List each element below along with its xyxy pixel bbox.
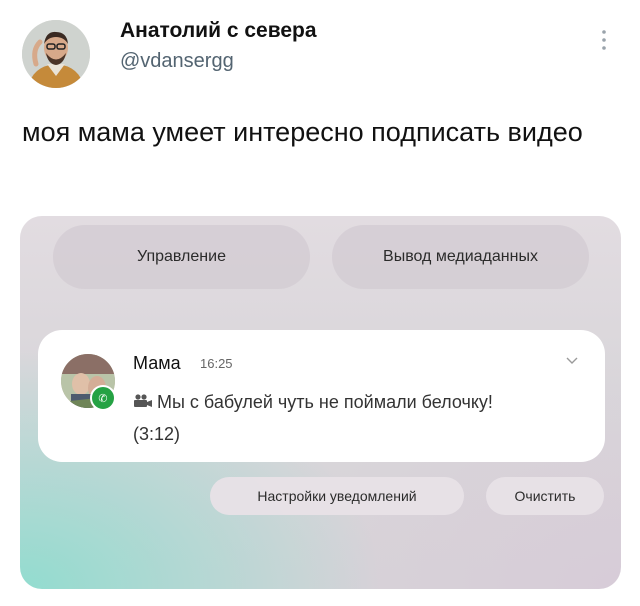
whatsapp-icon: ✆ (90, 385, 116, 411)
author-name[interactable]: Анатолий с севера (120, 19, 317, 43)
control-pill: Управление (53, 225, 310, 289)
attached-screenshot[interactable]: Управление Вывод медиаданных ✆ Мама 16:2… (20, 216, 621, 589)
author-handle[interactable]: @vdansergg (120, 50, 234, 73)
tweet-text: моя мама умеет интересно подписать видео (22, 117, 583, 147)
notification-settings-button: Настройки уведомлений (210, 477, 464, 515)
clear-button: Очистить (486, 477, 604, 515)
chevron-down-icon (566, 357, 578, 364)
notification-sender: Мама (133, 353, 181, 373)
notification-card: ✆ Мама 16:25 Мы с бабулей чуть не поймал… (38, 330, 605, 462)
notification-body: Мы с бабулей чуть не поймали белочку! (3… (133, 392, 493, 444)
notification-time: 16:25 (200, 356, 233, 371)
more-options-icon[interactable] (597, 26, 611, 62)
media-output-pill: Вывод медиаданных (332, 225, 589, 289)
author-avatar[interactable] (22, 20, 90, 88)
author-photo (22, 20, 90, 88)
